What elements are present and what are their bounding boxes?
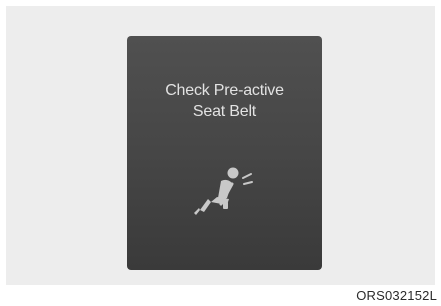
cluster-display: Check Pre-active Seat Belt (127, 36, 322, 270)
warning-message-line-2: Seat Belt (192, 103, 257, 120)
seatbelt-warning-icon (194, 167, 253, 215)
warning-message: Check Pre-active Seat Belt (127, 80, 322, 122)
warning-message-line-1: Check Pre-active (165, 82, 284, 99)
figure-code: ORS032152L (356, 288, 437, 303)
